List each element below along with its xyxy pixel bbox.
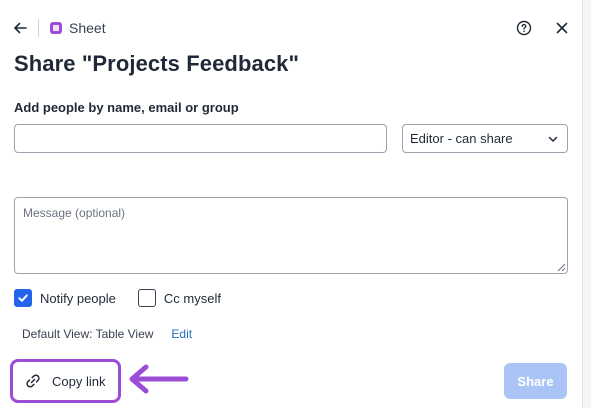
annotation-arrow-icon [129,364,189,394]
help-button[interactable] [514,18,534,38]
role-select[interactable]: Editor - can share [402,124,568,153]
link-icon [26,374,40,388]
chevron-down-icon [547,133,559,145]
notification-options: Notify people Cc myself [14,289,221,307]
copy-link-label: Copy link [52,373,106,389]
back-button[interactable] [10,18,30,38]
check-icon [18,294,28,302]
topbar-divider [38,19,39,37]
topbar-actions [514,18,572,38]
share-button[interactable]: Share [504,363,567,399]
background-gutter [583,0,591,408]
notify-people-checkbox[interactable] [14,289,32,307]
dialog-topbar: Sheet [10,14,572,42]
close-button[interactable] [552,18,572,38]
cc-myself-checkbox[interactable] [137,289,156,307]
copy-link-button[interactable]: Copy link [20,367,109,395]
close-icon [556,22,568,34]
breadcrumb-sheet: Sheet [69,20,106,36]
sheet-icon [50,22,62,34]
add-people-input[interactable] [14,124,387,153]
cc-myself-option[interactable]: Cc myself [137,289,221,307]
arrow-left-icon [14,22,27,34]
help-circle-icon [516,20,532,36]
default-view-text: Default View: Table View [22,327,154,341]
default-view-row: Default View: Table View Edit [22,327,192,341]
role-select-value: Editor - can share [410,131,513,146]
edit-default-view-link[interactable]: Edit [171,327,192,341]
add-people-label: Add people by name, email or group [14,100,239,115]
dialog-title: Share "Projects Feedback" [14,51,300,76]
share-dialog: Sheet Share "Projects Feedback" Add peop… [0,0,583,408]
message-textarea[interactable] [14,197,568,274]
resize-grip-icon[interactable] [556,262,566,272]
cc-myself-label[interactable]: Cc myself [164,291,221,306]
notify-people-option[interactable]: Notify people [14,289,116,307]
notify-people-label[interactable]: Notify people [40,291,116,306]
